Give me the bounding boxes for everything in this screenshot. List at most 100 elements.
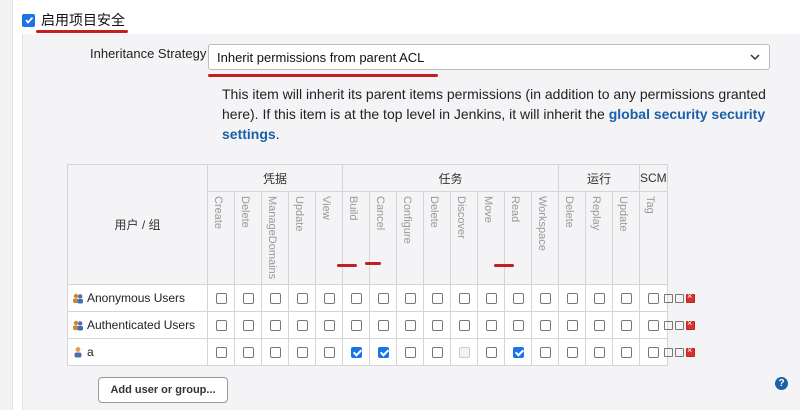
permission-checkbox[interactable] [539,347,551,359]
permission-checkbox[interactable] [404,293,416,305]
permission-checkbox[interactable] [377,320,389,332]
permission-checkbox[interactable] [323,320,335,332]
permission-checkbox[interactable] [512,293,524,305]
permission-checkbox[interactable] [377,347,389,359]
permission-checkbox[interactable] [215,320,227,332]
permission-checkbox[interactable] [242,347,254,359]
permission-cell [342,284,370,312]
permission-checkbox[interactable] [512,320,524,332]
permission-checkbox[interactable] [485,293,497,305]
row-actions [664,318,695,330]
permission-cell [423,284,451,312]
permission-cell [612,311,640,339]
inheritance-strategy-select[interactable]: Inherit permissions from parent ACL [208,44,770,70]
permission-checkbox[interactable] [647,293,659,305]
permission-checkbox[interactable] [593,320,605,332]
permission-header: Move [477,191,505,285]
permission-cell [315,284,343,312]
enable-checkbox[interactable] [22,13,35,27]
permission-header: Discover [450,191,478,285]
permission-checkbox[interactable] [566,293,578,305]
permission-cell [531,311,559,339]
permission-checkbox[interactable] [296,320,308,332]
select-all-icon[interactable] [664,348,673,357]
permission-cell [288,284,316,312]
permission-checkbox[interactable] [431,293,443,305]
permission-checkbox[interactable] [512,347,524,359]
select-all-icon[interactable] [664,321,673,330]
permission-cell [531,338,559,366]
permission-checkbox[interactable] [566,347,578,359]
permission-checkbox[interactable] [539,320,551,332]
permission-header: Replay [585,191,613,285]
permission-checkbox[interactable] [296,293,308,305]
permission-checkbox[interactable] [404,347,416,359]
group-header-scm: SCM [639,164,668,192]
permission-checkbox[interactable] [431,347,443,359]
inheritance-strategy-label: Inheritance Strategy [90,46,207,61]
help-icon[interactable]: ? [775,377,788,390]
delete-icon[interactable] [686,345,695,357]
permission-cell [261,284,289,312]
permission-checkbox[interactable] [215,293,227,305]
permission-checkbox[interactable] [566,320,578,332]
permission-checkbox[interactable] [647,320,659,332]
user-name: Authenticated Users [87,318,196,332]
permission-label: Create [212,196,224,230]
permission-header: Cancel [369,191,397,285]
permission-label: Move [482,196,494,223]
permission-label: Delete [563,196,575,228]
permission-checkbox[interactable] [539,293,551,305]
permission-checkbox[interactable] [269,347,281,359]
permission-cell [504,311,532,339]
permission-label: Read [509,196,521,223]
select-all-icon[interactable] [664,294,673,303]
permission-checkbox[interactable] [242,320,254,332]
permission-checkbox[interactable] [620,293,632,305]
permission-checkbox[interactable] [647,347,659,359]
permission-header: Update [612,191,640,285]
add-user-or-group-button[interactable]: Add user or group... [98,377,228,403]
permission-checkbox[interactable] [458,293,470,305]
copy-icon[interactable] [675,348,684,357]
permission-checkbox[interactable] [350,293,362,305]
group-icon [72,292,84,304]
permission-checkbox[interactable] [242,293,254,305]
permission-checkbox[interactable] [350,320,362,332]
permission-cell [288,338,316,366]
permission-checkbox[interactable] [323,347,335,359]
delete-icon[interactable] [686,291,695,303]
permission-label: ManageDomains [266,196,278,280]
permission-checkbox[interactable] [593,293,605,305]
permission-checkbox[interactable] [269,293,281,305]
permission-checkbox[interactable] [620,320,632,332]
permission-cell [612,338,640,366]
permission-checkbox[interactable] [458,320,470,332]
copy-icon[interactable] [675,294,684,303]
user-name-cell: Anonymous Users [67,284,208,312]
permission-cell [612,284,640,312]
permission-checkbox[interactable] [377,293,389,305]
permission-label: Workspace [536,196,548,251]
permission-checkbox[interactable] [269,320,281,332]
selected-strategy: Inherit permissions from parent ACL [217,49,425,65]
permission-cell [234,338,262,366]
permission-cell [261,338,289,366]
permission-checkbox[interactable] [404,320,416,332]
permission-checkbox[interactable] [485,320,497,332]
enable-project-security[interactable]: 启用项目安全 [22,10,125,30]
permission-checkbox[interactable] [215,347,227,359]
permission-checkbox[interactable] [431,320,443,332]
copy-icon[interactable] [675,321,684,330]
permission-checkbox[interactable] [323,293,335,305]
permission-cell [207,311,235,339]
permission-cell [504,284,532,312]
permission-checkbox[interactable] [350,347,362,359]
permission-cell [396,338,424,366]
delete-icon[interactable] [686,318,695,330]
permission-checkbox[interactable] [296,347,308,359]
permission-header: Delete [558,191,586,285]
permission-checkbox[interactable] [485,347,497,359]
permission-checkbox[interactable] [620,347,632,359]
permission-checkbox[interactable] [593,347,605,359]
